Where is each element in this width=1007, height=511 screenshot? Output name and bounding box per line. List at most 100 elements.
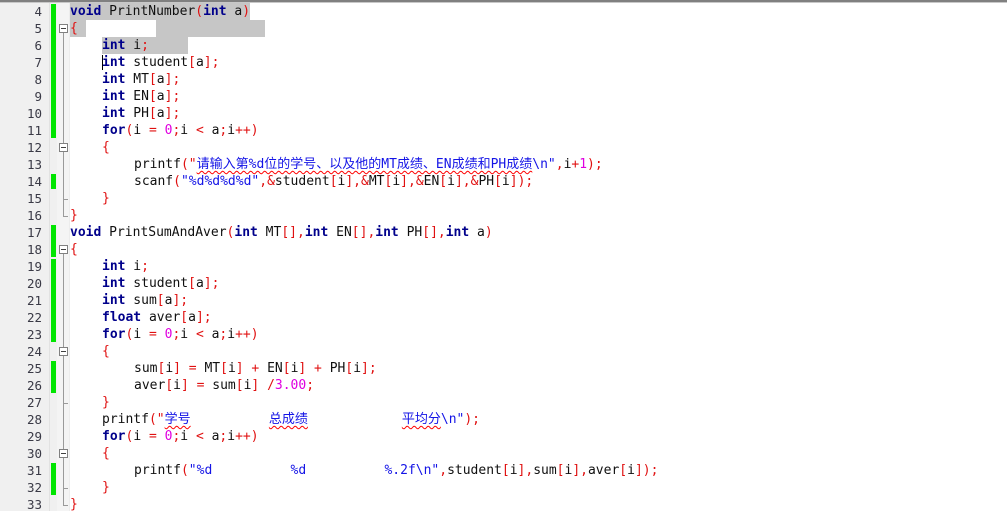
code-line[interactable]: for(i = 0;i < a;i++) [102,428,259,445]
code-token: } [70,497,78,511]
code-line[interactable]: int EN[a]; [102,88,180,105]
code-token: sum [134,361,158,376]
code-token: a [195,55,204,70]
code-token: < [195,327,204,342]
code-line[interactable]: void PrintNumber(int a) [70,3,250,20]
line-number: 25 [26,361,42,376]
code-token: ( [173,174,181,189]
code-token: PH [478,174,495,189]
code-token: int [445,225,470,240]
code-token: ]; [195,310,212,325]
code-token: 1 [579,157,588,172]
code-line[interactable]: } [102,190,110,207]
fold-toggle-icon[interactable] [59,143,68,152]
code-line[interactable]: { [102,139,110,156]
code-token: ] [180,378,189,393]
code-line[interactable]: sum[i] = MT[i] + EN[i] + PH[i]; [134,360,377,377]
code-token: PH [125,106,149,121]
code-token: int [304,225,329,240]
code-line[interactable]: aver[i] = sum[i] /3.00; [134,377,314,394]
fold-range-line [63,458,64,488]
code-token: { [102,344,110,359]
code-line[interactable]: } [70,207,78,224]
code-token: ]; [172,293,189,308]
fold-toggle-icon[interactable] [59,24,68,33]
code-line[interactable]: int MT[a]; [102,71,180,88]
code-line[interactable]: { [70,241,78,258]
code-token: { [102,140,110,155]
line-number: 23 [26,327,42,342]
change-bar [51,174,56,189]
code-token: MT [196,361,221,376]
code-line[interactable]: float aver[a]; [102,309,212,326]
code-token: i [501,174,510,189]
code-token: ) [250,327,259,342]
code-token: [ [148,72,157,87]
code-token: MT [368,174,385,189]
code-token: } [70,208,78,223]
code-token: ); [587,157,603,172]
code-token: "%d %d %.2f\n" [188,463,440,478]
fold-range-end-tick [63,216,68,217]
fold-range-end-tick [63,505,68,506]
code-token: , [439,463,448,478]
fold-range-line [63,152,64,199]
code-line[interactable]: void PrintSumAndAver(int MT[],int EN[],i… [70,224,493,241]
fold-branch-tick [63,488,67,489]
code-line[interactable]: for(i = 0;i < a;i++) [102,122,259,139]
code-token: int [203,4,227,19]
code-line[interactable]: { [102,445,110,462]
code-token: } [102,191,110,206]
code-line[interactable]: } [70,496,78,511]
code-token: int [375,225,399,240]
code-token: PH [321,361,346,376]
code-token: 总成绩 [268,412,308,427]
code-token: (" [180,157,197,172]
code-line[interactable]: int student[a]; [102,275,219,292]
code-token: ++ [235,429,251,444]
code-editor[interactable]: 4 5 6 7 8 9 10 11 12 13 14 15 16 17 18 19 20 21 22 23 24 25 26… [0,0,1007,511]
code-token: sum [125,293,157,308]
code-line[interactable]: printf("%d %d %.2f\n",student[i],sum[i],… [134,462,658,479]
code-token: i [133,429,149,444]
line-number: 18 [26,242,42,257]
code-line[interactable]: int student[a]; [102,54,219,71]
code-line[interactable]: printf("请输入第%d位的学号、以及他的MT成绩、EN成绩和PH成绩\n"… [134,156,603,173]
code-line[interactable]: } [102,479,110,496]
code-token: i [227,429,236,444]
code-line[interactable]: } [102,394,110,411]
line-number: 19 [26,259,42,274]
code-line[interactable]: printf("学号 总成绩 平均分\n"); [102,411,480,428]
code-token: ], [572,463,588,478]
selection-highlight [156,20,266,37]
code-token: [ [501,463,510,478]
code-line[interactable]: { [70,20,78,37]
code-token: void [70,225,102,240]
code-token: a [226,4,243,19]
code-token: & [267,174,275,189]
code-token: "%d%d%d%d" [180,174,260,189]
code-token: = [148,327,157,342]
code-line[interactable]: int i; [102,37,149,54]
code-line[interactable]: int sum[a]; [102,292,188,309]
code-token: } [102,395,110,410]
code-token: { [70,242,78,257]
code-token: student [125,55,189,70]
code-line[interactable]: int i; [102,258,149,275]
code-line[interactable]: { [102,343,110,360]
fold-toggle-icon[interactable] [59,347,68,356]
fold-toggle-icon[interactable] [59,449,68,458]
fold-toggle-icon[interactable] [59,245,68,254]
code-line[interactable]: int PH[a]; [102,105,180,122]
code-token: = [148,123,157,138]
code-token: aver [134,378,166,393]
code-token: float [102,310,142,325]
code-token: ]); [634,463,659,478]
code-line[interactable]: for(i = 0;i < a;i++) [102,326,259,343]
code-line[interactable]: scanf("%d%d%d%d",&student[i],&MT[i],&EN[… [134,173,533,190]
code-token: a [469,225,485,240]
